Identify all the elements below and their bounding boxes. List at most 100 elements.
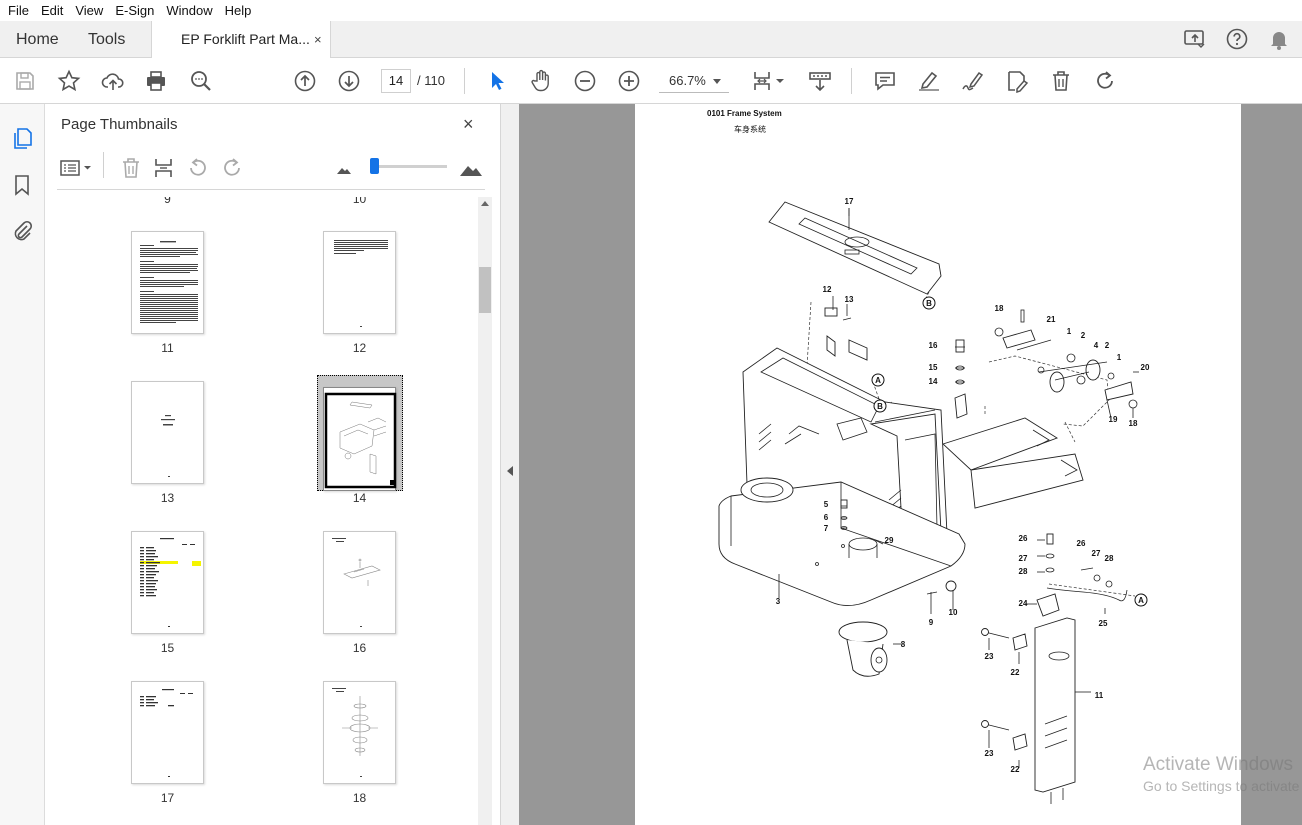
zoom-level-value: 66.7%: [669, 73, 706, 88]
menu-window[interactable]: Window: [160, 3, 218, 18]
insert-page-icon[interactable]: [152, 156, 176, 180]
document-viewer[interactable]: 0101 Frame System 车身系统 17 12 13 16 15 14…: [519, 104, 1302, 825]
delete-page-icon[interactable]: [119, 156, 143, 180]
zoom-level-select[interactable]: 66.7%: [659, 69, 729, 93]
help-icon[interactable]: [1225, 27, 1249, 51]
callout-number: 9: [929, 618, 934, 627]
thumbnail-label: 18: [352, 791, 367, 805]
rotate-left-icon[interactable]: [186, 156, 210, 180]
callout-number: 29: [885, 536, 894, 545]
print-icon[interactable]: [144, 69, 168, 93]
page-number-input[interactable]: 14: [381, 69, 411, 93]
scrollbar-thumb[interactable]: [479, 267, 491, 313]
large-thumbnail-icon[interactable]: [459, 156, 483, 180]
menu-help[interactable]: Help: [219, 3, 258, 18]
toolbar-divider: [464, 68, 465, 94]
thumbnail-page-18[interactable]: [323, 681, 396, 784]
scroll-up-arrow[interactable]: [481, 201, 489, 206]
thumbnail-label: 17: [160, 791, 175, 805]
thumbnail-page-12[interactable]: [323, 231, 396, 334]
thumbnail-page-13[interactable]: [131, 381, 204, 484]
delete-icon[interactable]: [1049, 69, 1073, 93]
save-icon[interactable]: [13, 69, 37, 93]
callout-number: 19: [1109, 415, 1118, 424]
watermark-line-1: Activate Windows: [1143, 754, 1293, 775]
panel-collapse-handle[interactable]: [501, 104, 519, 825]
thumbnail-options-icon[interactable]: [59, 156, 95, 180]
bookmark-star-icon[interactable]: [57, 69, 81, 93]
document-tab-title: EP Forklift Part Ma...: [181, 31, 310, 47]
reference-marker: B: [873, 399, 887, 413]
edit-text-icon[interactable]: [1005, 69, 1029, 94]
callout-number: 5: [824, 500, 829, 509]
callout-number: 15: [929, 363, 938, 372]
callout-number: 8: [901, 640, 906, 649]
thumbnail-page-15[interactable]: [131, 531, 204, 634]
callout-number: 20: [1141, 363, 1150, 372]
redo-icon[interactable]: [1093, 69, 1117, 93]
rotate-right-icon[interactable]: [220, 156, 244, 180]
previous-page-icon[interactable]: [293, 69, 317, 93]
thumbnail-size-slider[interactable]: [370, 158, 379, 174]
thumbnail-label: 13: [160, 491, 175, 505]
menu-view[interactable]: View: [69, 3, 109, 18]
thumbnail-page-11[interactable]: [131, 231, 204, 334]
main-toolbar: 14 / 110 66.7%: [0, 58, 1302, 104]
tab-document[interactable]: EP Forklift Part Ma... ×: [151, 21, 331, 59]
callout-number: 26: [1077, 539, 1086, 548]
upload-cloud-icon[interactable]: [101, 69, 125, 93]
comment-icon[interactable]: [873, 69, 897, 93]
zoom-out-icon[interactable]: [573, 69, 597, 93]
tab-tools[interactable]: Tools: [88, 21, 125, 58]
bookmarks-icon[interactable]: [10, 173, 34, 197]
menu-file[interactable]: File: [2, 3, 35, 18]
callout-number: 2: [1105, 341, 1110, 350]
callout-number: 24: [1019, 599, 1028, 608]
navigation-rail: [0, 104, 45, 825]
callout-number: 27: [1019, 554, 1028, 563]
page-thumbnails-icon[interactable]: [10, 126, 34, 150]
share-screen-icon[interactable]: [1183, 27, 1207, 51]
hand-tool-icon[interactable]: [529, 69, 553, 93]
attachments-icon[interactable]: [10, 218, 34, 242]
callout-number: 12: [823, 285, 832, 294]
menu-bar: File Edit View E-Sign Window Help: [0, 0, 1302, 21]
callout-number: 14: [929, 377, 938, 386]
callout-layer: 17121316151418211 24 212019 185672938910262…: [776, 197, 1150, 774]
callout-number: 28: [1019, 567, 1028, 576]
thumbnail-page-14[interactable]: [323, 387, 397, 491]
callout-number: 7: [824, 524, 829, 533]
toolbar-divider: [851, 68, 852, 94]
callout-number: 4: [1094, 341, 1099, 350]
thumbnail-label: 9: [164, 197, 171, 206]
thumbnail-scrollbar[interactable]: [478, 197, 492, 825]
callout-number: 6: [824, 513, 829, 522]
svg-text:A: A: [1138, 596, 1144, 605]
fit-page-icon[interactable]: [751, 69, 787, 93]
select-cursor-icon[interactable]: [485, 69, 509, 93]
close-panel-icon[interactable]: ×: [463, 114, 474, 135]
reference-marker: A: [871, 373, 885, 387]
thumbnail-label: 16: [352, 641, 367, 655]
svg-text:B: B: [926, 299, 932, 308]
thumbnail-page-17[interactable]: [131, 681, 204, 784]
thumbnail-page-16[interactable]: [323, 531, 396, 634]
callout-number: 23: [985, 749, 994, 758]
zoom-search-icon[interactable]: [189, 69, 213, 93]
draw-signature-icon[interactable]: [961, 69, 985, 93]
close-tab-icon[interactable]: ×: [314, 32, 322, 47]
zoom-in-icon[interactable]: [617, 69, 641, 93]
small-thumbnail-icon[interactable]: [333, 156, 357, 180]
thumbnail-label: 14: [352, 491, 367, 505]
activation-watermark: Activate Windows Go to Settings to activ…: [1143, 754, 1302, 794]
panel-divider: [103, 152, 104, 178]
menu-esign[interactable]: E-Sign: [109, 3, 160, 18]
highlight-pen-icon[interactable]: [917, 69, 941, 93]
next-page-icon[interactable]: [337, 69, 361, 93]
notification-bell-icon[interactable]: [1267, 27, 1291, 51]
menu-edit[interactable]: Edit: [35, 3, 69, 18]
callout-number: 22: [1011, 668, 1020, 677]
scroll-mode-icon[interactable]: [808, 69, 832, 93]
reference-marker: B: [922, 296, 936, 310]
tab-home[interactable]: Home: [16, 21, 59, 58]
